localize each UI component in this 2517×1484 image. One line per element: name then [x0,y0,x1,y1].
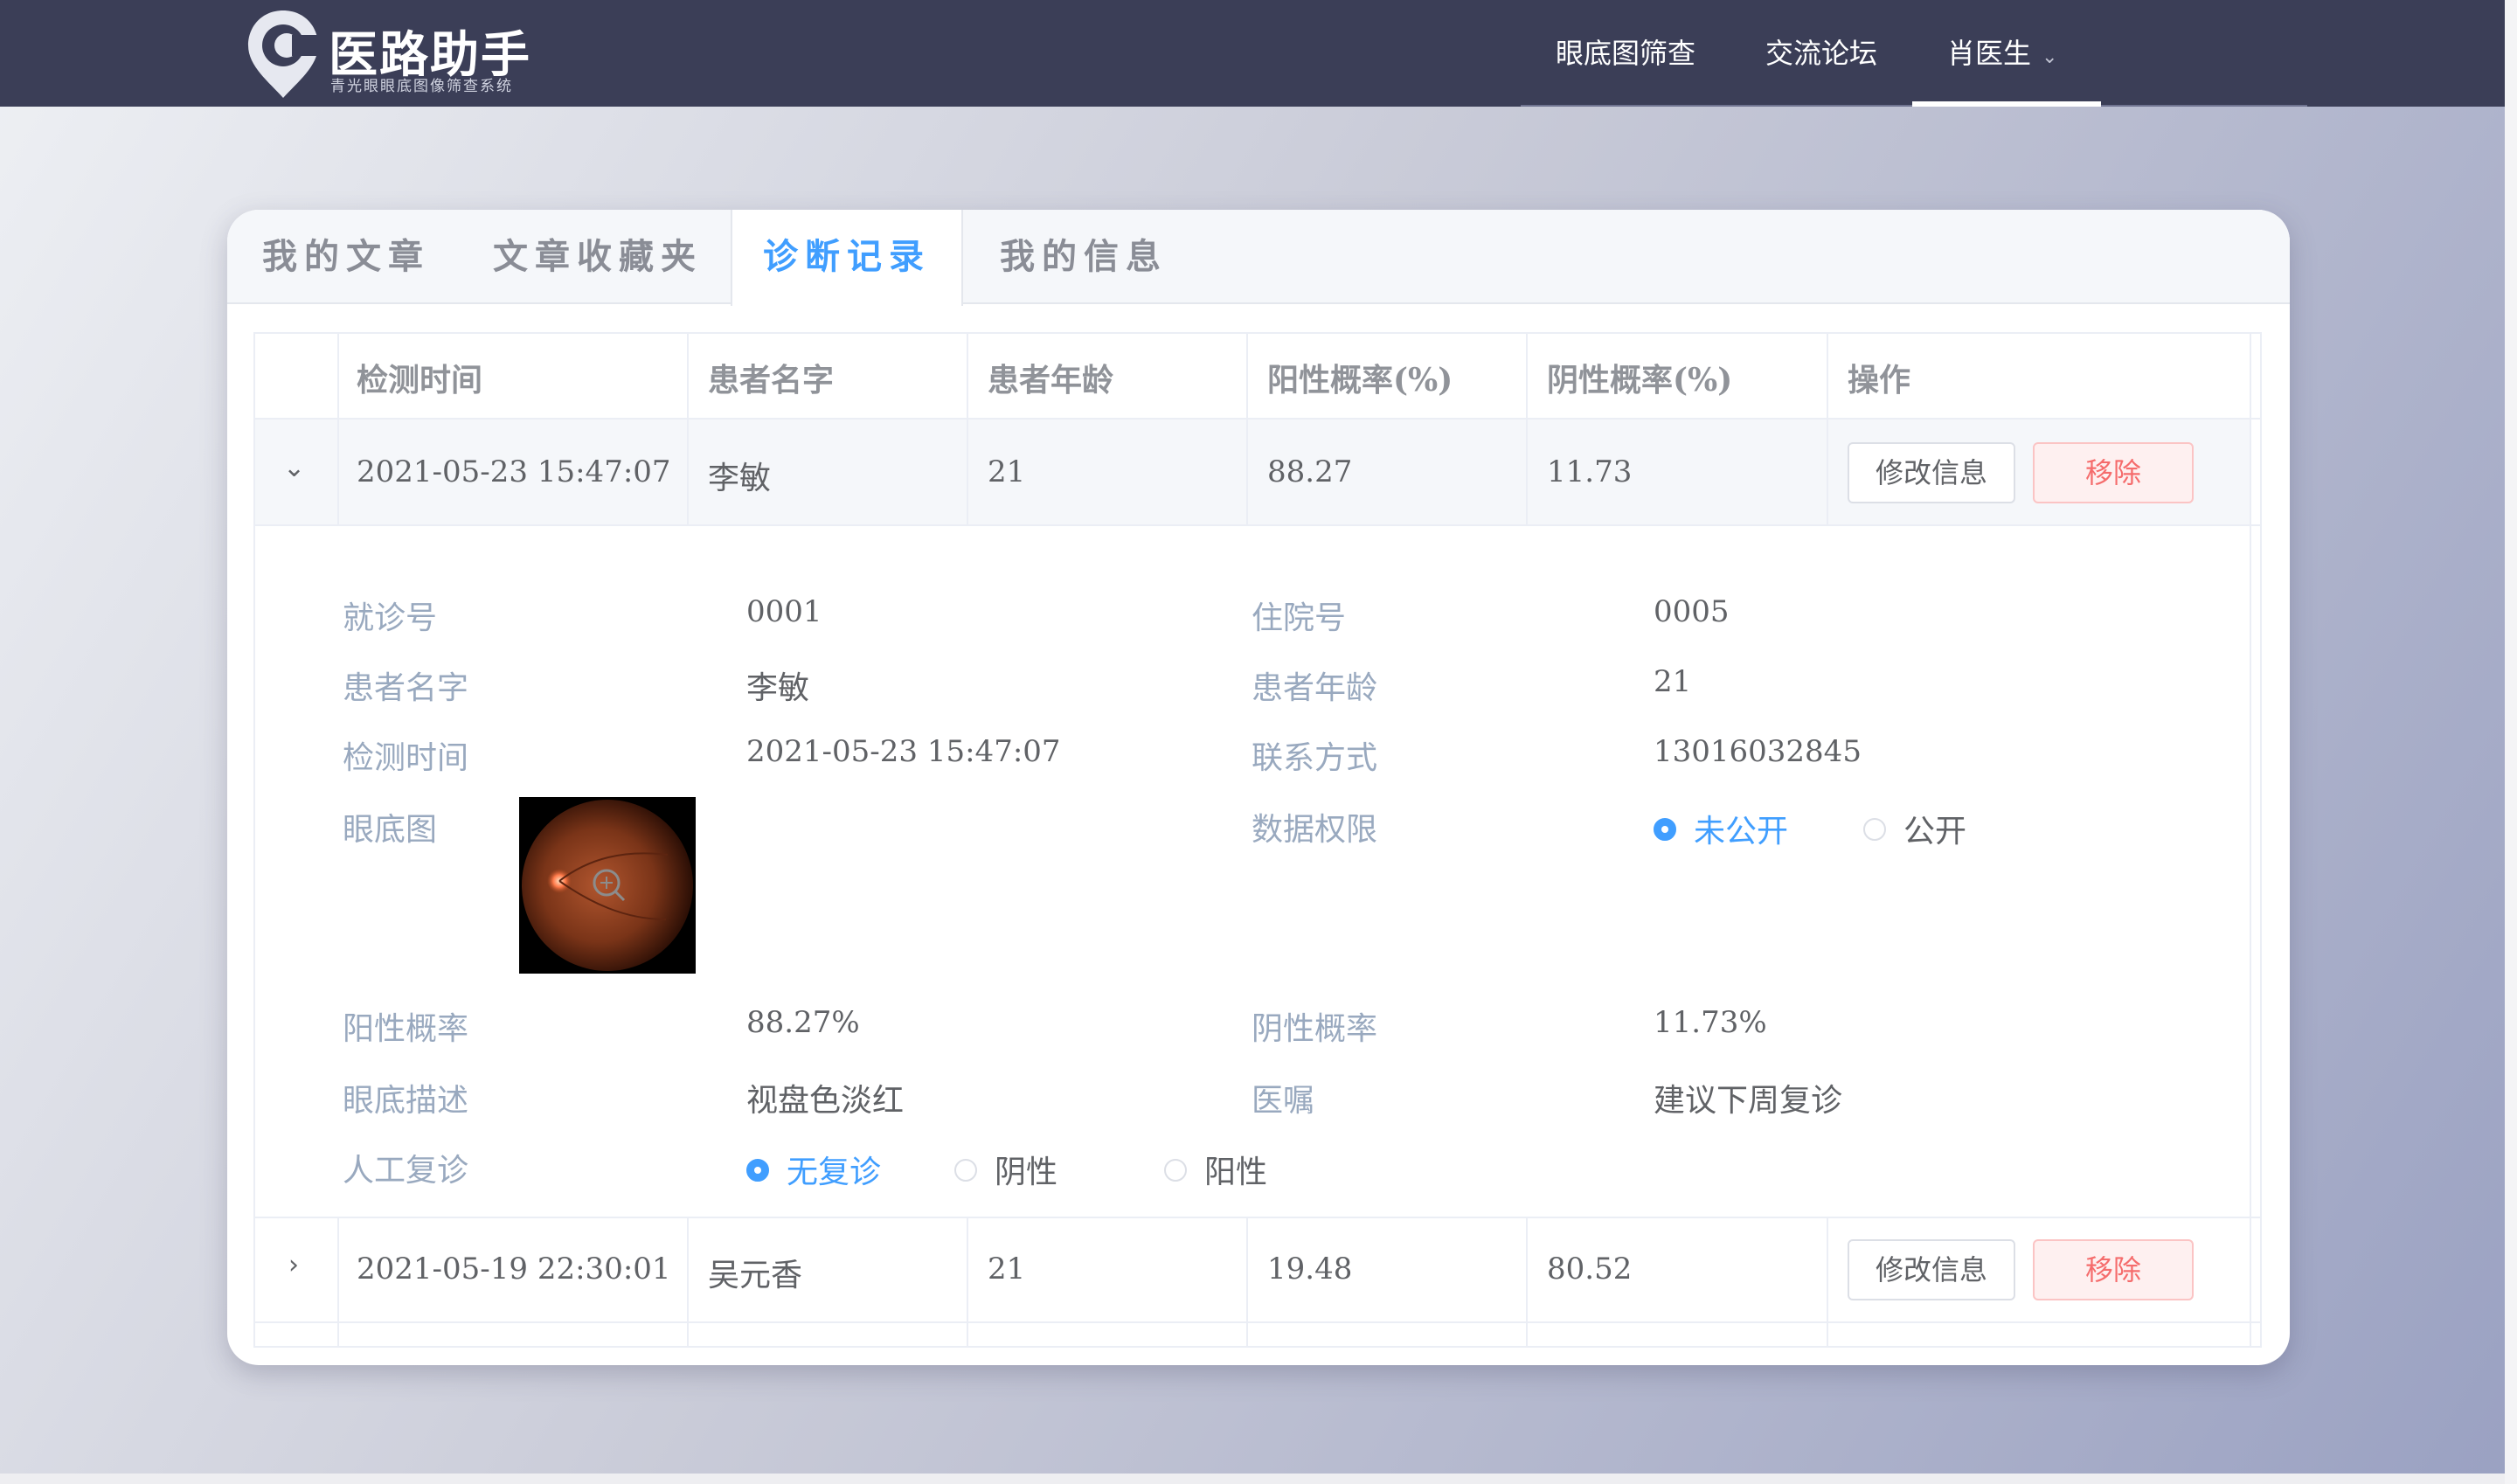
fundus-desc-value: 视盘色淡红 [746,1083,905,1119]
visit-no-value: 0001 [746,594,822,629]
user-name: 肖医生 [1947,37,2032,70]
col-header-negative[interactable]: 阴性概率(%) [1547,355,1732,400]
detail-name-label: 患者名字 [343,670,469,706]
nav-item-user-menu[interactable]: 肖医生 ⌄ [1947,0,2057,107]
manual-review-label: 人工复诊 [343,1153,469,1189]
visit-no-label: 就诊号 [343,600,438,636]
radio-label: 阴性 [995,1155,1058,1190]
edit-info-button[interactable]: 修改信息 [1848,1239,2015,1300]
nav-item-forum[interactable]: 交流论坛 [1765,0,1877,107]
row-divider [255,524,2260,526]
col-divider [1246,334,1248,524]
advice-value: 建议下周复诊 [1654,1083,1843,1119]
row-age: 21 [988,1252,1026,1286]
row-positive-rate: 88.27 [1267,454,1353,489]
negative-rate-label: 阴性概率 [1252,1011,1378,1047]
tab-my-info[interactable]: 我的信息 [1000,210,1168,304]
fundus-image[interactable] [519,797,696,974]
tab-my-articles[interactable]: 我的文章 [262,210,430,304]
detail-time-label: 检测时间 [343,740,469,776]
col-divider [967,334,968,524]
fundus-label: 眼底图 [343,812,438,848]
col-divider [337,1217,339,1346]
positive-rate-value: 88.27% [746,1005,860,1040]
negative-rate-value: 11.73% [1654,1005,1767,1040]
brand-subtitle: 青光眼眼底图像筛查系统 [330,78,513,95]
tab-diagnosis-records[interactable]: 诊断记录 [731,210,963,306]
radio-unchecked-icon [954,1159,977,1182]
review-positive-radio[interactable]: 阳性 [1164,1147,1267,1192]
row-negative-rate: 80.52 [1547,1252,1633,1286]
logo-mark-icon [248,10,322,98]
detail-time-value: 2021-05-23 15:47:07 [746,734,1061,769]
radio-unchecked-icon [1863,818,1886,841]
row-negative-rate: 11.73 [1547,454,1633,489]
chevron-down-icon[interactable]: ⌄ [283,453,305,483]
radio-checked-icon [746,1159,769,1182]
positive-rate-label: 阳性概率 [343,1011,469,1047]
fundus-photo-icon [519,797,696,974]
col-divider [1246,1217,1248,1346]
row-age: 21 [988,454,1026,489]
permission-public-radio[interactable]: 公开 [1863,806,1966,851]
col-divider [2250,334,2251,1346]
horizontal-scrollbar[interactable] [0,1474,2505,1484]
nav-item-fundus-screening[interactable]: 眼底图筛查 [1556,0,1695,107]
permission-label: 数据权限 [1252,812,1378,848]
review-none-radio[interactable]: 无复诊 [746,1147,881,1192]
col-divider [687,1217,689,1346]
row-positive-rate: 19.48 [1267,1252,1353,1286]
tab-article-favorites[interactable]: 文章收藏夹 [493,210,703,304]
radio-label: 公开 [1903,814,1967,849]
radio-unchecked-icon [1164,1159,1187,1182]
review-negative-radio[interactable]: 阴性 [954,1147,1057,1192]
col-header-name[interactable]: 患者名字 [708,355,834,400]
row-time: 2021-05-23 15:47:07 [357,454,671,489]
col-divider [1526,334,1528,524]
detail-age-label: 患者年龄 [1252,670,1378,706]
radio-label: 无复诊 [787,1155,882,1190]
col-divider [337,334,339,524]
permission-private-radio[interactable]: 未公开 [1654,806,1788,851]
col-divider [967,1217,968,1346]
diagnosis-table: 检测时间 患者名字 患者年龄 阳性概率(%) 阴性概率(%) 操作 ⌄ 2021… [253,332,2262,1348]
profile-card: 我的文章 文章收藏夹 诊断记录 我的信息 检测时间 患者名字 患者年龄 阳性概率… [227,210,2290,1365]
radio-label: 阳性 [1204,1155,1268,1190]
brand-logo[interactable]: 医路助手 青光眼眼底图像筛查系统 [243,5,531,101]
col-divider [1827,1217,1828,1346]
tab-bar: 我的文章 文章收藏夹 诊断记录 我的信息 [227,210,2290,306]
remove-button[interactable]: 移除 [2033,442,2194,503]
fundus-desc-label: 眼底描述 [343,1083,469,1119]
row-divider [255,1217,2260,1218]
col-divider [1526,1217,1528,1346]
radio-checked-icon [1654,818,1676,841]
detail-name-value: 李敏 [746,670,810,706]
row-patient-name: 吴元香 [708,1258,803,1293]
radio-label: 未公开 [1694,814,1789,849]
page-scrollbar[interactable] [2505,0,2517,1484]
nav-active-indicator [1912,101,2101,107]
remove-button[interactable]: 移除 [2033,1239,2194,1300]
contact-label: 联系方式 [1252,740,1378,776]
detail-age-value: 21 [1654,664,1692,699]
top-navbar: 医路助手 青光眼眼底图像筛查系统 眼底图筛查 交流论坛 肖医生 ⌄ [0,0,2505,107]
col-header-actions: 操作 [1848,362,1911,399]
row-divider [255,1321,2260,1323]
col-header-time[interactable]: 检测时间 [357,355,482,400]
advice-label: 医嘱 [1252,1083,1315,1119]
row-time: 2021-05-19 22:30:01 [357,1252,671,1286]
col-header-age[interactable]: 患者年龄 [988,355,1113,400]
col-header-positive[interactable]: 阳性概率(%) [1267,355,1453,400]
contact-value: 13016032845 [1654,734,1862,769]
chevron-down-icon: ⌄ [2042,46,2058,68]
row-patient-name: 李敏 [708,461,772,496]
chevron-right-icon[interactable]: › [288,1250,299,1280]
col-divider [1827,334,1828,524]
edit-info-button[interactable]: 修改信息 [1848,442,2015,503]
hospital-no-label: 住院号 [1252,600,1347,636]
hospital-no-value: 0005 [1654,594,1730,629]
col-divider [687,334,689,524]
